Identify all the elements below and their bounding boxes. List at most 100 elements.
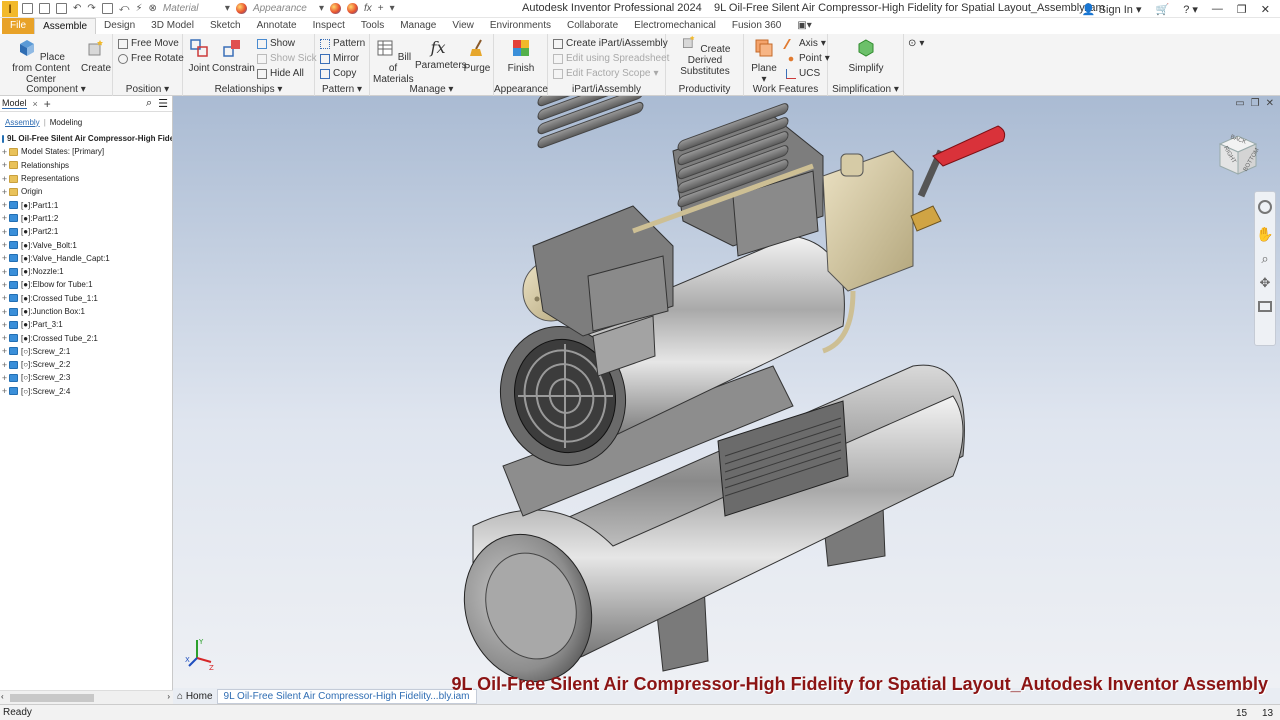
- browser-horizontal-scrollbar[interactable]: ‹ ›: [0, 690, 173, 704]
- maximize-button[interactable]: ❐: [1237, 3, 1247, 16]
- doc-home-tab[interactable]: ⌂ Home: [173, 691, 213, 702]
- browser-tree-item[interactable]: + Relationships: [0, 159, 172, 172]
- viewport-close-icon[interactable]: ✕: [1266, 98, 1274, 109]
- steering-wheel-icon[interactable]: [1258, 200, 1272, 214]
- orbit-icon[interactable]: ✥: [1255, 275, 1275, 291]
- mirror-button[interactable]: Mirror: [320, 53, 359, 64]
- update-icon[interactable]: ⚡: [135, 3, 142, 14]
- material-select[interactable]: Material: [163, 3, 219, 14]
- doc-tab-active[interactable]: 9L Oil-Free Silent Air Compressor-High F…: [216, 688, 477, 704]
- scroll-thumb[interactable]: [10, 694, 94, 702]
- viewport-minimize-icon[interactable]: ▭: [1235, 98, 1244, 109]
- tab-assemble[interactable]: Assemble: [34, 18, 97, 34]
- expand-icon[interactable]: +: [0, 386, 9, 396]
- browser-menu-icon[interactable]: ☰: [158, 97, 168, 110]
- browser-tree-item[interactable]: + [○]:Screw_2:3: [0, 371, 172, 384]
- expand-icon[interactable]: +: [0, 280, 9, 290]
- expand-icon[interactable]: +: [0, 187, 9, 197]
- expand-icon[interactable]: +: [0, 200, 9, 210]
- hide-all-button[interactable]: Hide All: [257, 68, 304, 79]
- inventor-logo-icon[interactable]: I: [2, 1, 18, 17]
- browser-tree-item[interactable]: + [○]:Screw_2:1: [0, 345, 172, 358]
- purge-button[interactable]: Purge: [462, 38, 492, 74]
- browser-add-icon[interactable]: +: [44, 97, 51, 111]
- expand-icon[interactable]: +: [0, 160, 9, 170]
- component-panel-title[interactable]: Component ▾: [0, 84, 112, 95]
- customize-dropdown-icon[interactable]: ▾: [390, 3, 395, 14]
- tab-tools[interactable]: Tools: [353, 18, 392, 34]
- save-icon[interactable]: [56, 3, 67, 14]
- close-button[interactable]: ✕: [1261, 3, 1270, 16]
- finish-button[interactable]: Finish: [502, 38, 540, 74]
- browser-tree-item[interactable]: + [○]:Screw_2:4: [0, 385, 172, 398]
- plane-button[interactable]: Plane ▾: [748, 38, 780, 85]
- tab-file[interactable]: File: [2, 18, 35, 34]
- scroll-left-icon[interactable]: ‹: [1, 692, 4, 701]
- scroll-right-icon[interactable]: ›: [167, 692, 170, 701]
- expand-icon[interactable]: +: [0, 253, 9, 263]
- browser-search-icon[interactable]: ⌕: [146, 97, 152, 110]
- browser-tree-item[interactable]: + [●]:Valve_Handle_Capt:1: [0, 252, 172, 265]
- browser-tree-item[interactable]: + [●]:Crossed Tube_1:1: [0, 292, 172, 305]
- parameters-button[interactable]: fx Parameters: [415, 38, 467, 71]
- compressor-model-render[interactable]: [173, 96, 1280, 688]
- simplify-button[interactable]: Simplify: [846, 38, 886, 74]
- bill-of-materials-button[interactable]: Bill of Materials: [373, 38, 414, 85]
- show-button[interactable]: Show: [257, 38, 295, 49]
- browser-tree-item[interactable]: + [●]:Junction Box:1: [0, 305, 172, 318]
- material-icon[interactable]: ⊗: [149, 3, 157, 14]
- free-rotate-button[interactable]: Free Rotate: [118, 53, 184, 64]
- help-icon[interactable]: ? ▾: [1183, 3, 1198, 16]
- cart-icon[interactable]: 🛒: [1156, 3, 1170, 16]
- simplification-panel-title[interactable]: Simplification ▾: [828, 84, 903, 95]
- new-file-icon[interactable]: [22, 3, 33, 14]
- point-button[interactable]: Point ▾: [786, 53, 830, 64]
- redo-icon[interactable]: ↷: [87, 3, 95, 14]
- tab-design[interactable]: Design: [96, 18, 143, 34]
- position-panel-title[interactable]: Position ▾: [113, 84, 182, 95]
- tab-environments[interactable]: Environments: [482, 18, 559, 34]
- ribbon-options-icon[interactable]: ▣▾: [789, 18, 819, 34]
- expand-icon[interactable]: +: [0, 213, 9, 223]
- manage-panel-title[interactable]: Manage ▾: [370, 84, 493, 95]
- create-component-button[interactable]: Create: [80, 38, 112, 74]
- select-icon[interactable]: [101, 3, 113, 14]
- ribbon-extra-options[interactable]: ⊙ ▾: [908, 38, 924, 49]
- fx-icon[interactable]: fx: [364, 3, 372, 14]
- undo-icon[interactable]: ↶: [73, 3, 81, 14]
- tab-inspect[interactable]: Inspect: [305, 18, 353, 34]
- pattern-panel-title[interactable]: Pattern ▾: [315, 84, 369, 95]
- browser-tree-item[interactable]: + [●]:Part_3:1: [0, 318, 172, 331]
- browser-tree-item[interactable]: + [●]:Valve_Bolt:1: [0, 238, 172, 251]
- browser-root-node[interactable]: 9L Oil-Free Silent Air Compressor-High F…: [0, 132, 172, 145]
- edit-spreadsheet-button[interactable]: Edit using Spreadsheet: [553, 53, 669, 64]
- assembly-view-tab[interactable]: Assembly: [5, 118, 40, 127]
- tab-annotate[interactable]: Annotate: [249, 18, 305, 34]
- browser-tree-item[interactable]: + Representations: [0, 172, 172, 185]
- viewport-restore-icon[interactable]: ❐: [1251, 98, 1260, 109]
- tab-collaborate[interactable]: Collaborate: [559, 18, 626, 34]
- tab-sketch[interactable]: Sketch: [202, 18, 249, 34]
- browser-tree-item[interactable]: + Model States: [Primary]: [0, 145, 172, 158]
- color-override-icon[interactable]: [329, 3, 341, 14]
- expand-icon[interactable]: +: [0, 147, 9, 157]
- expand-icon[interactable]: +: [0, 333, 9, 343]
- expand-icon[interactable]: +: [0, 373, 9, 383]
- pan-icon[interactable]: ✋: [1255, 226, 1275, 243]
- expand-icon[interactable]: +: [0, 227, 9, 237]
- sign-in-button[interactable]: 👤 Sign In ▾: [1082, 3, 1142, 16]
- expand-icon[interactable]: +: [0, 360, 9, 370]
- free-move-button[interactable]: Free Move: [118, 38, 179, 49]
- open-file-icon[interactable]: [39, 3, 50, 14]
- ucs-button[interactable]: UCS: [786, 68, 820, 79]
- model-tab[interactable]: Model: [2, 98, 27, 109]
- appearance-dropdown-icon[interactable]: ▾: [319, 3, 324, 14]
- tab-3d-model[interactable]: 3D Model: [143, 18, 202, 34]
- axis-button[interactable]: Axis ▾: [783, 38, 826, 49]
- material-dropdown-icon[interactable]: ▾: [225, 3, 230, 14]
- expand-icon[interactable]: +: [0, 307, 9, 317]
- create-derived-substitutes-button[interactable]: Create Derived Substitutes: [670, 34, 740, 77]
- view-cube[interactable]: BACK RIGHT BOTTOM: [1212, 130, 1261, 178]
- joint-button[interactable]: Joint: [186, 38, 212, 74]
- modeling-view-tab[interactable]: Modeling: [50, 118, 82, 127]
